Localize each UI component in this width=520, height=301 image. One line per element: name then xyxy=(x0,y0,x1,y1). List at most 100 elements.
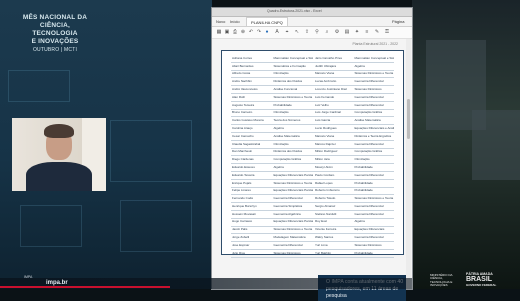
table-row: Eduardo Esteves Algebra Moacyr Alvim Probab… xyxy=(231,164,394,172)
table-cell: Sistemas Dinâmicos e Teoria Ergódica xyxy=(354,197,394,201)
table-cell: Jacob Palis xyxy=(232,228,248,232)
table-cell: André Vasconcelos xyxy=(232,87,258,91)
table-row: Julio Rios Sistemas Dinâmicos Yuri Bakhtin… xyxy=(231,250,394,258)
table-row: Enrique Pujals Sistemas Dinâmicos e Teori… xyxy=(231,180,394,188)
table-cell: Hugo Carrasco xyxy=(232,220,253,224)
brand-line-3: GOVERNO FEDERAL xyxy=(466,283,497,287)
table-cell: Equações Diferenciais Parciais xyxy=(273,173,313,177)
search-icon[interactable]: ⌕ xyxy=(324,29,330,35)
table-cell: Alfredo Costa xyxy=(232,72,251,76)
circuit-decoration xyxy=(20,205,82,247)
table-cell: Algebra xyxy=(273,165,284,169)
table-cell: Enrique Pujals xyxy=(232,181,252,185)
circuit-decoration xyxy=(120,200,192,252)
table-cell: Judith Ubirajara xyxy=(314,64,336,68)
arrow-icon[interactable]: ↖ xyxy=(294,29,300,35)
table-cell: Bruno Carneiro xyxy=(232,111,253,115)
table-cell: Lucas Ambrozio xyxy=(314,80,337,84)
table-cell: Algebra xyxy=(354,64,365,68)
tab-inicio[interactable]: Início xyxy=(230,19,240,24)
grid-icon[interactable]: ▤ xyxy=(344,29,350,35)
table-cell: Milton Jara xyxy=(314,158,330,162)
lower-third-label: IMPA xyxy=(24,275,33,279)
undo-icon[interactable]: ↶ xyxy=(248,29,254,35)
table-cell: Lorenzo Justiniano Diaz xyxy=(314,87,348,91)
lock-icon[interactable]: ⚿ xyxy=(384,29,390,35)
text-icon[interactable]: A xyxy=(274,29,280,35)
zoom-icon[interactable]: ⊕ xyxy=(240,29,246,35)
table-row: Adriana Cortes Mammalian Conceptual e Sis… xyxy=(231,55,394,63)
save-icon[interactable]: ▣ xyxy=(224,29,230,35)
table-row: Augusto Teixeira Probabilidade Luiz Velho G… xyxy=(231,102,394,110)
table-row: Jorge Zubelli Modelagem Matemática Walcy S… xyxy=(231,234,394,243)
table-row: Jose Espinar Geometria Diferencial Yuri Li… xyxy=(231,242,394,250)
table-row: Claudia Sagastizabal Otimização Marcos Daj… xyxy=(231,141,394,149)
table-cell: Andre Nachbin xyxy=(232,80,252,84)
table-cell: Geometria Diferencial xyxy=(354,173,384,177)
event-logo: MÊS NACIONAL DA CIÊNCIA, TECNOLOGIA E IN… xyxy=(18,14,92,54)
table-cell: Jose Espinar xyxy=(232,243,250,247)
table-cell: Sistemas Dinâmicos xyxy=(354,243,382,247)
pen-icon[interactable]: ✎ xyxy=(374,29,380,35)
logo-line-1: MÊS NACIONAL DA xyxy=(22,14,88,21)
app-window: Quadro-Estrutura-2021.xlsx - Excel Novo … xyxy=(212,8,412,301)
window-title: Quadro-Estrutura-2021.xlsx - Excel xyxy=(267,9,322,13)
filter-icon[interactable]: ⚲ xyxy=(314,29,320,35)
table-cell: Otimização xyxy=(273,111,289,115)
circuit-decoration xyxy=(8,70,70,102)
speaker-hair xyxy=(44,124,74,138)
table-cell: Geometria Diferencial xyxy=(354,204,384,208)
ribbon-tabs: Novo Início PLANILHA CNPQ Página xyxy=(212,17,412,27)
tab-planilha[interactable]: PLANILHA CNPQ xyxy=(246,17,288,26)
table-cell: Yuri Bakhtin xyxy=(314,251,331,255)
scrollbar-thumb[interactable] xyxy=(407,99,410,139)
government-logos: MINISTÉRIO DA CIÊNCIA, TECNOLOGIA E INOV… xyxy=(430,272,520,289)
circuit-decoration xyxy=(110,120,192,182)
table-cell: Carolina Araujo xyxy=(232,126,253,130)
page-label[interactable]: Página xyxy=(392,19,404,24)
table-row: Hossein Movasati Geometria Algébrica Stefa… xyxy=(231,211,394,219)
vertical-scrollbar[interactable] xyxy=(406,39,411,289)
table-cell: Dinâmica e Teoria Ergódica xyxy=(354,134,392,138)
table-cell: Vicente Ferreira xyxy=(314,228,337,232)
table-icon[interactable]: ▦ xyxy=(216,29,222,35)
table-cell: Henrique Bursztyn xyxy=(232,204,257,208)
table-cell: Felipe Linares xyxy=(232,189,251,193)
table-cell: Geometria Algébrica xyxy=(273,212,301,216)
settings-icon[interactable]: ⚙ xyxy=(334,29,340,35)
table-cell: Fernando Codá xyxy=(232,197,253,201)
table-cell: Otimização xyxy=(354,158,370,162)
document-label: Planta Estrutural 2021 - 2022 xyxy=(352,42,398,46)
table-cell: Análise Matemática xyxy=(354,119,381,123)
redo-icon[interactable]: ↷ xyxy=(256,29,262,35)
table-cell: Análise Matemática xyxy=(273,134,300,138)
table-row: Alfredo Costa Otimização Marcelo Viana Sist… xyxy=(231,71,394,79)
table-cell: Computação Gráfica xyxy=(273,158,301,162)
share-icon[interactable]: ⇪ xyxy=(304,29,310,35)
color-icon[interactable]: ● xyxy=(264,29,270,35)
document-area[interactable]: Planta Estrutural 2021 - 2022 Adriana Co… xyxy=(212,39,412,301)
table-row: Eduardo Teixeira Equações Diferenciais Pa… xyxy=(231,172,394,180)
wand-icon[interactable]: ✦ xyxy=(354,29,360,35)
logo-line-2: CIÊNCIA, TECNOLOGIA xyxy=(32,22,78,37)
title-bar: Quadro-Estrutura-2021.xlsx - Excel xyxy=(212,8,412,21)
table-cell: Equações Diferenciais Parciais xyxy=(273,189,313,193)
table-row: Andre Nachbin Dinâmica dos Fluidos Lucas A… xyxy=(231,78,394,87)
logo-line-4: OUTUBRO | MCTI xyxy=(32,47,78,53)
print-icon[interactable]: ⎙ xyxy=(232,29,238,35)
speaker-body xyxy=(26,162,92,191)
table-cell: Roberto Imbuzeiro xyxy=(314,189,340,193)
document-page: Adriana Cortes Mammalian Conceptual e Sis… xyxy=(221,50,406,301)
table-row: Alan Roth Sistemas Dinâmicos e Teoria Erg… xyxy=(231,94,394,102)
table-cell: Jairo Carvalho Pires xyxy=(314,56,342,60)
cursor-icon[interactable]: ⌖ xyxy=(284,29,290,35)
tab-novo[interactable]: Novo xyxy=(216,19,225,24)
table-cell: Marcelo Viana xyxy=(314,72,335,76)
ministry-label: MINISTÉRIO DA CIÊNCIA, TECNOLOGIA E INOV… xyxy=(430,273,453,288)
table-cell: Dan Marchesin xyxy=(232,150,253,154)
table-cell: Luis Garcia xyxy=(314,119,331,123)
table-cell: Paulo Cordaro xyxy=(314,173,335,177)
lines-icon[interactable]: ≡ xyxy=(364,29,370,35)
table-cell: Geometria Diferencial xyxy=(354,142,384,146)
table-cell: Geometria Diferencial xyxy=(354,80,384,84)
